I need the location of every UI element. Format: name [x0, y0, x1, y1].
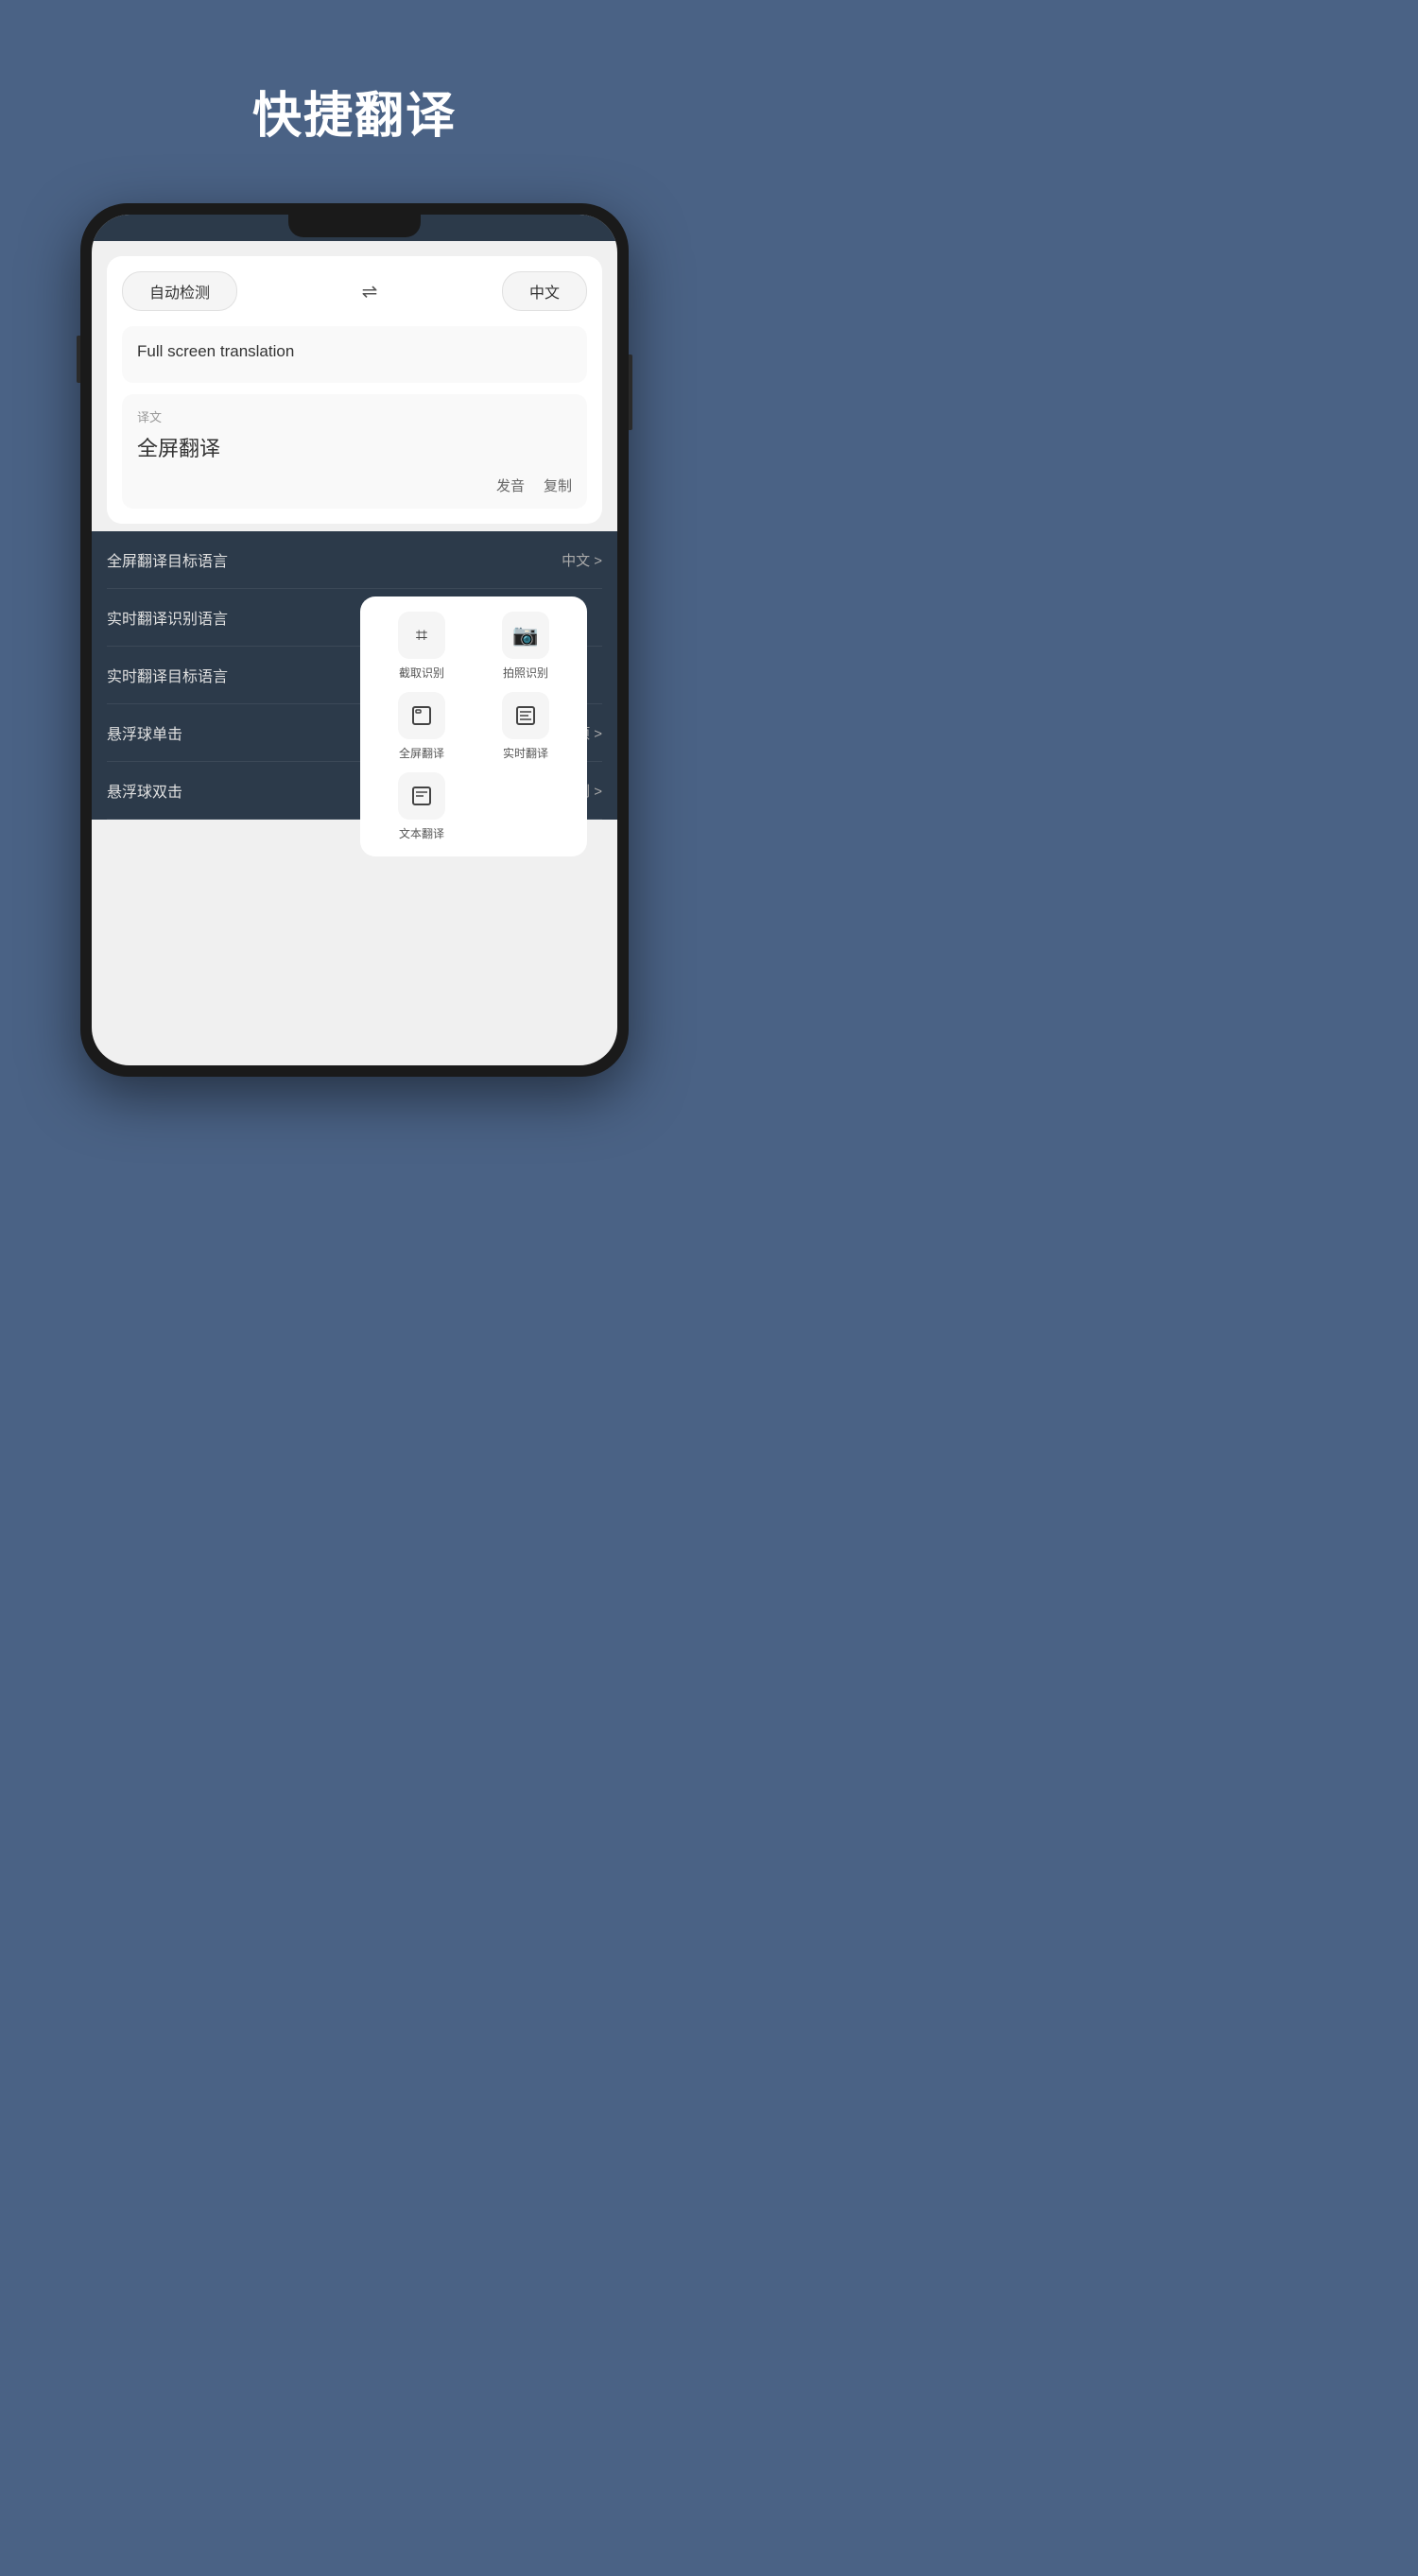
output-label: 译文 — [137, 407, 572, 425]
settings-item-realtime-detect-label: 实时翻译识别语言 — [107, 606, 228, 629]
output-area: 译文 全屏翻译 发音 复制 — [122, 394, 587, 509]
settings-item-realtime-target-label: 实时翻译目标语言 — [107, 664, 228, 686]
text-icon — [398, 772, 445, 820]
input-area[interactable]: Full screen translation — [122, 326, 587, 383]
pronounce-button[interactable]: 发音 — [496, 475, 525, 495]
fullscreen-icon — [398, 692, 445, 739]
text-label: 文本翻译 — [399, 825, 444, 841]
settings-item-fullscreen-lang[interactable]: 全屏翻译目标语言 中文 > — [107, 531, 602, 589]
lang-selector: 自动检测 ⇌ 中文 — [122, 271, 587, 311]
screenshot-label: 截取识别 — [399, 665, 444, 681]
settings-area: 全屏翻译目标语言 中文 > 实时翻译识别语言 实时翻译目标语言 — [92, 531, 617, 704]
phone-screen: 自动检测 ⇌ 中文 Full screen translation 译文 全屏翻… — [92, 215, 617, 1065]
quick-btn-fullscreen[interactable]: 全屏翻译 — [375, 692, 468, 761]
phone-frame: 自动检测 ⇌ 中文 Full screen translation 译文 全屏翻… — [80, 203, 629, 1077]
phone-side-button-right — [629, 354, 632, 430]
settings-item-fullscreen-lang-label: 全屏翻译目标语言 — [107, 548, 228, 571]
settings-overlay-row: 实时翻译识别语言 实时翻译目标语言 ⌗ 截取识别 — [107, 589, 602, 704]
settings-item-float-double-label: 悬浮球双击 — [107, 779, 182, 802]
copy-button[interactable]: 复制 — [544, 475, 572, 495]
output-actions: 发音 复制 — [137, 475, 572, 495]
translation-card: 自动检测 ⇌ 中文 Full screen translation 译文 全屏翻… — [107, 256, 602, 524]
realtime-label: 实时翻译 — [503, 745, 548, 761]
fullscreen-label: 全屏翻译 — [399, 745, 444, 761]
phone-wrapper: 自动检测 ⇌ 中文 Full screen translation 译文 全屏翻… — [80, 203, 629, 1077]
phone-notch — [288, 215, 421, 237]
settings-item-float-single-label: 悬浮球单击 — [107, 721, 182, 744]
output-text: 全屏翻译 — [137, 433, 572, 464]
realtime-icon — [502, 692, 549, 739]
quick-btn-realtime[interactable]: 实时翻译 — [479, 692, 572, 761]
screenshot-icon: ⌗ — [398, 612, 445, 659]
swap-icon[interactable]: ⇌ — [362, 280, 378, 303]
quick-btn-text[interactable]: 文本翻译 — [375, 772, 468, 841]
page-title: 快捷翻译 — [252, 76, 457, 147]
camera-label: 拍照识别 — [503, 665, 548, 681]
quick-panel: ⌗ 截取识别 📷 拍照识别 — [360, 596, 587, 856]
settings-item-fullscreen-lang-value: 中文 > — [562, 550, 602, 570]
target-lang-button[interactable]: 中文 — [502, 271, 587, 311]
camera-icon: 📷 — [502, 612, 549, 659]
input-text: Full screen translation — [137, 339, 572, 364]
quick-btn-camera[interactable]: 📷 拍照识别 — [479, 612, 572, 681]
phone-side-button-left — [77, 336, 80, 383]
quick-btn-screenshot[interactable]: ⌗ 截取识别 — [375, 612, 468, 681]
source-lang-button[interactable]: 自动检测 — [122, 271, 237, 311]
